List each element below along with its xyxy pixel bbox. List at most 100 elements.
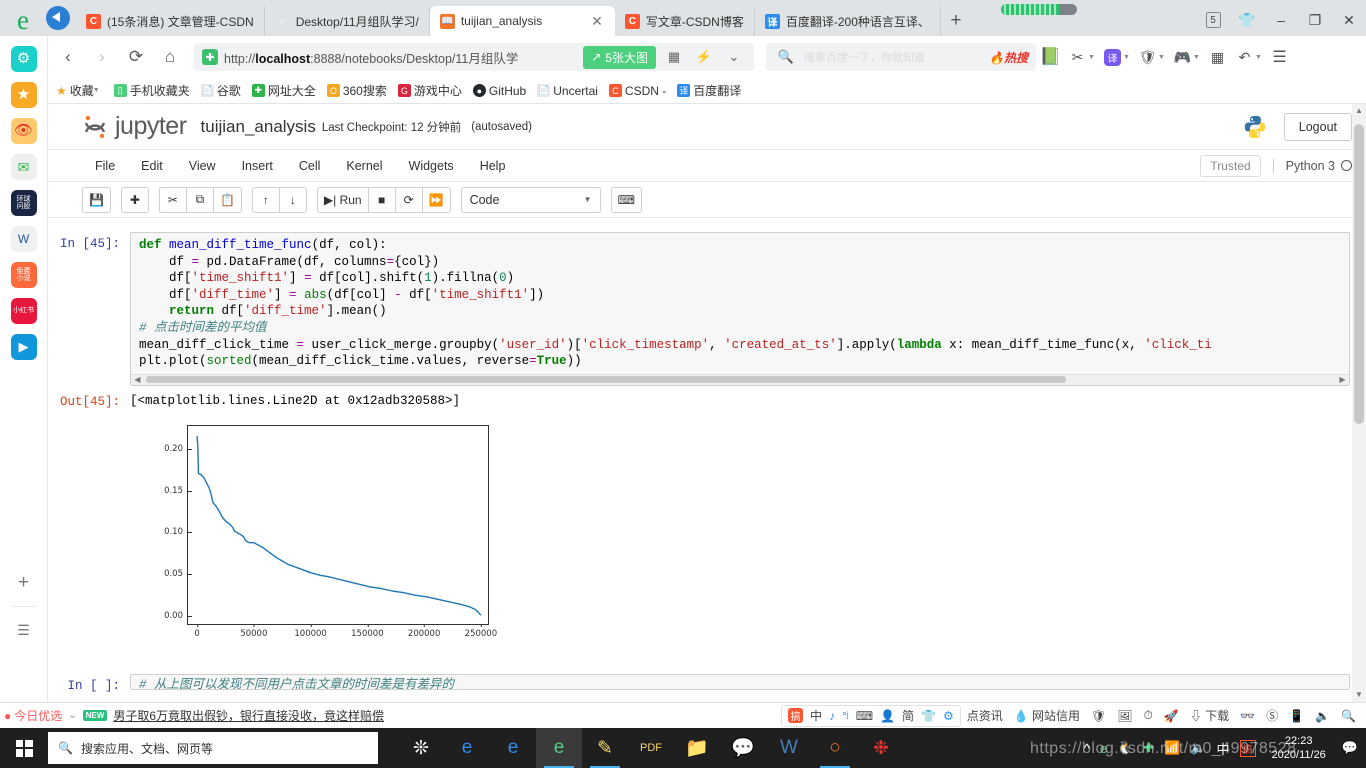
bookmark-item-1[interactable]: ▯ 手机收藏夹 xyxy=(110,81,194,100)
scroll-left-icon[interactable]: ◀ xyxy=(131,375,144,384)
menu-view[interactable]: View xyxy=(176,153,229,179)
volume-icon[interactable]: 🔈 xyxy=(1315,709,1330,723)
menu-widgets[interactable]: Widgets xyxy=(396,153,467,179)
save-button[interactable]: 💾 xyxy=(82,186,111,213)
mail-icon[interactable]: ✉ xyxy=(10,154,37,180)
add-icon[interactable]: + xyxy=(11,570,37,596)
ime-indicator[interactable]: 中 xyxy=(1217,739,1230,758)
move-up-button[interactable]: ↑ xyxy=(251,186,280,213)
notebook-cell-next[interactable]: In [ ]: # 从上图可以发现不同用户点击文章的时间差是有差异的 xyxy=(48,673,1366,693)
page-scrollbar[interactable]: ▲ ▼ xyxy=(1352,104,1366,702)
new-tab-button[interactable]: + xyxy=(941,6,971,36)
menu-hamburger-icon[interactable]: ☰ xyxy=(1267,42,1292,72)
tab-4[interactable]: 译 百度翻译-200种语言互译、 xyxy=(755,6,941,36)
minimize-button[interactable]: – xyxy=(1264,5,1298,35)
chevron-down-icon[interactable]: ⌄ xyxy=(68,710,76,721)
jupyter-logo[interactable]: jupyter xyxy=(82,112,187,141)
code-editor[interactable]: def mean_diff_time_func(df, col): df = p… xyxy=(130,232,1350,386)
image-icon[interactable]: 🖼 xyxy=(1117,709,1132,723)
wechat-icon[interactable]: 💬 xyxy=(720,728,766,768)
pdf-icon[interactable]: PDF xyxy=(628,728,674,768)
bookmark-item-0[interactable]: ★ 收藏 ▼ xyxy=(52,81,107,100)
scroll-down-icon[interactable]: ▼ xyxy=(1352,688,1366,702)
huanqiu-icon[interactable]: 环球 问股 xyxy=(10,190,37,216)
insert-cell-button[interactable]: ✚ xyxy=(120,186,149,213)
scroll-track[interactable] xyxy=(144,376,1336,384)
jupyter-icon[interactable]: ○ xyxy=(812,728,858,768)
bookmark-item-7[interactable]: 📄 Uncertai xyxy=(533,83,602,99)
chevron-down-icon[interactable]: ▼ xyxy=(93,87,103,94)
paste-button[interactable]: 📋 xyxy=(212,186,242,213)
back-button[interactable]: ‹ xyxy=(52,42,84,72)
chevron-down-icon[interactable]: ▼ xyxy=(1193,54,1203,61)
code-hscrollbar[interactable]: ◀ ▶ xyxy=(131,373,1349,385)
code-editor[interactable]: # 从上图可以发现不同用户点击文章的时间差是有差异的 xyxy=(130,673,1350,690)
undo-icon[interactable]: ↶ xyxy=(1232,42,1257,72)
close-icon[interactable]: ✕ xyxy=(589,13,605,30)
news-headline[interactable]: 男子取6万竟取出假钞，银行直接没收，竟这样赔偿 xyxy=(113,707,384,724)
translate-icon[interactable]: 译 xyxy=(1100,42,1125,72)
adblock-icon[interactable]: Ⓢ xyxy=(1266,707,1278,724)
tab-nav-button[interactable] xyxy=(46,6,70,30)
notification-icon[interactable]: 💬 xyxy=(1342,740,1358,756)
kernel-indicator[interactable]: Python 3 xyxy=(1272,158,1352,173)
chevron-down-icon[interactable]: ▼ xyxy=(1088,54,1098,61)
site-credit-label[interactable]: 💧 网站信用 xyxy=(1014,707,1080,724)
gamepad-icon[interactable]: 🎮 xyxy=(1170,42,1195,72)
glasses-icon[interactable]: 👓 xyxy=(1240,709,1255,723)
command-palette-button[interactable]: ⌨ xyxy=(610,186,642,213)
ime-simplified-label[interactable]: 简 xyxy=(902,707,914,724)
s-logo-icon[interactable]: ❊ xyxy=(398,728,444,768)
iqiyi-icon[interactable]: ▶ xyxy=(10,334,37,360)
menu-kernel[interactable]: Kernel xyxy=(333,153,395,179)
scroll-thumb[interactable] xyxy=(1354,124,1364,424)
ime-keyboard-icon[interactable]: ⌨ xyxy=(856,709,873,723)
chevron-down-icon[interactable]: ▼ xyxy=(1255,54,1265,61)
word-doc-icon[interactable]: W xyxy=(10,226,37,252)
bookmark-item-3[interactable]: ✚ 网址大全 xyxy=(248,81,320,100)
run-button[interactable]: ▶| Run xyxy=(316,186,369,213)
scissors-icon[interactable]: ✂ xyxy=(1065,42,1090,72)
menu-file[interactable]: File xyxy=(82,153,128,179)
chevron-down-icon[interactable]: ▼ xyxy=(1158,54,1168,61)
stop-button[interactable]: ■ xyxy=(367,186,396,213)
home-button[interactable]: ⌂ xyxy=(154,42,186,72)
logout-button[interactable]: Logout xyxy=(1283,112,1352,141)
ime-punctuation-icon[interactable]: °ʲ xyxy=(842,709,849,723)
shield-icon[interactable]: 🛡 xyxy=(1091,709,1106,723)
restart-kernel-button[interactable]: ⟳ xyxy=(394,186,423,213)
download-label[interactable]: ⇩ 下载 xyxy=(1190,707,1229,724)
chevron-down-icon[interactable]: ▼ xyxy=(1123,54,1133,61)
bookmark-item-2[interactable]: 📄 谷歌 xyxy=(197,81,245,100)
lightning-icon[interactable]: ⚡ xyxy=(692,49,716,65)
rocket-icon[interactable]: 🚀 xyxy=(1164,709,1179,723)
favorites-star-icon[interactable]: ★ xyxy=(10,82,37,108)
qinglan-icon[interactable]: ⚙ xyxy=(10,46,37,72)
360browser-icon[interactable]: e xyxy=(536,728,582,768)
ime-settings-icon[interactable]: ⚙ xyxy=(943,709,954,723)
close-window-button[interactable]: ✕ xyxy=(1332,5,1366,35)
menu-cell[interactable]: Cell xyxy=(286,153,334,179)
bookmark-item-6[interactable]: ● GitHub xyxy=(469,83,530,99)
taskbar-search-input[interactable]: 🔍 搜索应用、文档、网页等 xyxy=(48,732,378,764)
notebook-cell-input[interactable]: In [45]: def mean_diff_time_func(df, col… xyxy=(48,232,1366,386)
ie-icon[interactable]: e xyxy=(444,728,490,768)
volume-icon[interactable]: 🔈 xyxy=(1190,740,1206,756)
360-shield-icon[interactable]: e xyxy=(1100,741,1107,756)
chevron-down-icon[interactable]: ⌄ xyxy=(722,49,746,65)
address-input[interactable]: ✚ http://localhost:8888/notebooks/Deskto… xyxy=(194,43,754,71)
today-picks-label[interactable]: ● 今日优选 xyxy=(4,707,62,724)
tab-2-active[interactable]: 📖 tuijian_analysis ✕ xyxy=(429,6,615,36)
cell-type-select[interactable]: Code ▼ xyxy=(460,186,601,213)
maximize-button[interactable]: ❐ xyxy=(1298,5,1332,35)
taskbar-clock[interactable]: 22:23 2020/11/26 xyxy=(1266,734,1332,762)
sogou-ime-icon[interactable]: 搞 xyxy=(1239,739,1256,757)
free-novel-icon[interactable]: 免费 小说 xyxy=(10,262,37,288)
word-icon[interactable]: W xyxy=(766,728,812,768)
tab-count-badge[interactable]: 5 xyxy=(1196,5,1230,35)
tab-0[interactable]: C (15条消息) 文章管理-CSDN xyxy=(76,6,265,36)
start-button[interactable] xyxy=(0,728,48,768)
chevron-up-icon[interactable]: ^ xyxy=(1084,741,1090,756)
reload-button[interactable]: ⟳ xyxy=(120,42,152,72)
menu-edit[interactable]: Edit xyxy=(128,153,176,179)
